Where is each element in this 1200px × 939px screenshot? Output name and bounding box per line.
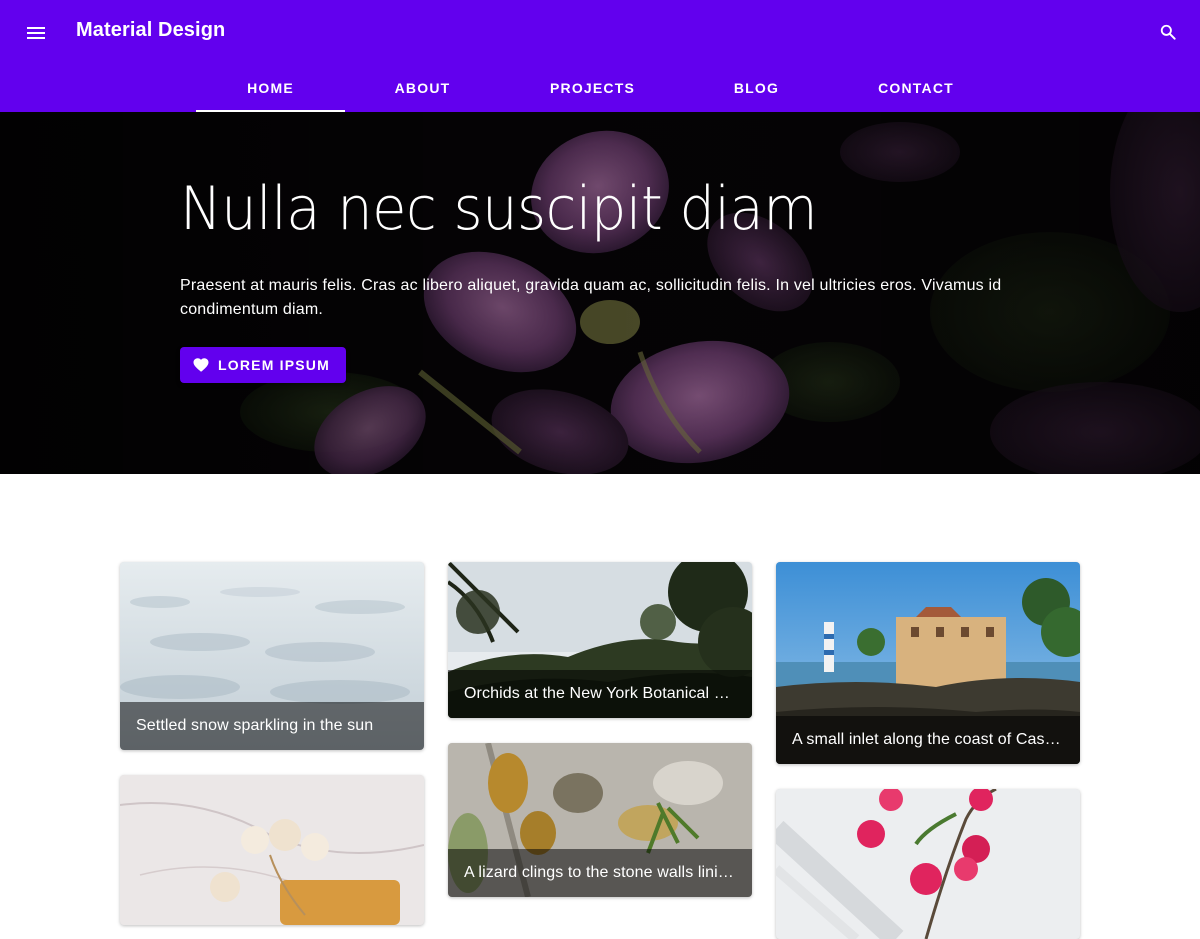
tab-contact[interactable]: CONTACT xyxy=(840,64,992,112)
tab-home[interactable]: HOME xyxy=(196,64,345,112)
tab-home-label: HOME xyxy=(247,80,294,96)
tab-blog[interactable]: BLOG xyxy=(690,64,823,112)
tab-projects[interactable]: PROJECTS xyxy=(510,64,675,112)
menu-button[interactable] xyxy=(18,15,54,51)
tab-contact-label: CONTACT xyxy=(878,80,954,96)
hero-description: Praesent at mauris felis. Cras ac libero… xyxy=(180,277,1002,318)
heart-icon xyxy=(193,358,209,372)
tab-projects-label: PROJECTS xyxy=(549,80,636,96)
hero-title: Nulla nec suscipit diam xyxy=(180,174,818,244)
gallery-card[interactable] xyxy=(120,775,424,925)
tab-blog-label: BLOG xyxy=(733,80,780,96)
dried-flowers-on-marble-photo xyxy=(120,775,424,925)
lorem-ipsum-button-label: LOREM IPSUM xyxy=(218,357,330,373)
gallery-card[interactable]: Orchids at the New York Botanical … xyxy=(448,562,752,718)
gallery-card[interactable]: A small inlet along the coast of Cas… xyxy=(776,562,1080,764)
menu-icon xyxy=(27,27,45,39)
gallery-card-caption: A lizard clings to the stone walls lini… xyxy=(448,849,752,897)
gallery-card-caption: Settled snow sparkling in the sun xyxy=(120,702,424,750)
hero-section: Nulla nec suscipit diam Praesent at maur… xyxy=(0,112,1200,474)
gallery-card-caption: A small inlet along the coast of Cas… xyxy=(776,716,1080,764)
lorem-ipsum-button[interactable]: LOREM IPSUM xyxy=(180,347,346,383)
pink-bougainvillea-photo xyxy=(776,789,1080,939)
search-button[interactable] xyxy=(1150,14,1186,50)
tab-about-label: ABOUT xyxy=(394,80,451,96)
top-app-bar: Material Design HOME ABOUT PROJECTS BLOG… xyxy=(0,0,1200,112)
tab-about[interactable]: ABOUT xyxy=(348,64,497,112)
app-title: Material Design xyxy=(76,19,226,41)
tab-bar: HOME ABOUT PROJECTS BLOG CONTACT xyxy=(0,64,1200,112)
gallery-card[interactable]: Settled snow sparkling in the sun xyxy=(120,562,424,750)
gallery-card[interactable]: A lizard clings to the stone walls lini… xyxy=(448,743,752,897)
gallery-card-caption: Orchids at the New York Botanical … xyxy=(448,670,752,718)
search-icon xyxy=(1160,24,1176,40)
gallery-card[interactable] xyxy=(776,789,1080,939)
